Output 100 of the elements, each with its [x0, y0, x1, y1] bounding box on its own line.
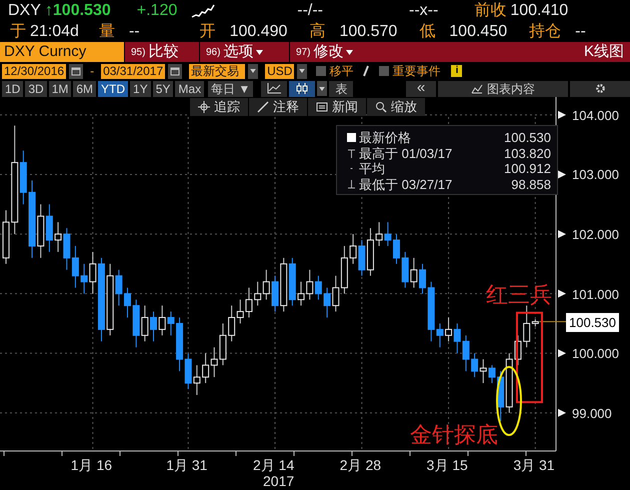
prev-close-value: 100.410 — [510, 1, 568, 21]
period-tab[interactable]: Max — [175, 80, 204, 96]
caret-icon — [299, 69, 306, 73]
pen-icon — [257, 101, 269, 113]
y-axis-label: 99.000 — [572, 404, 612, 423]
stat-label: 于 — [10, 22, 26, 42]
stat-label: 量 — [98, 22, 115, 42]
price-type-dropdown[interactable]: 最新交易 — [189, 64, 246, 78]
checkbox[interactable] — [379, 66, 390, 76]
x-axis-label: 1月 16 — [70, 456, 112, 475]
caret-icon — [346, 50, 354, 54]
stat-value: 100.490 — [230, 22, 288, 42]
stat-value: -- — [128, 22, 140, 42]
y-axis-label: 102.000 — [572, 226, 619, 244]
stat-value: -- — [575, 22, 586, 42]
date-separator: - — [89, 63, 96, 80]
candle — [272, 275, 278, 312]
line-chart-icon — [267, 83, 282, 94]
annotation-text: 金针探底 — [410, 423, 498, 447]
period-tab[interactable]: 1M — [48, 80, 72, 96]
chart-content-button[interactable]: 图表内容 — [438, 80, 568, 96]
frequency-dropdown[interactable]: 每日 ▼ — [208, 80, 254, 96]
candle — [2, 210, 10, 264]
calendar-icon[interactable] — [71, 66, 82, 76]
stat-label: 持仓 — [529, 22, 562, 42]
security-field[interactable]: DXY Curncy — [0, 42, 124, 62]
bid-ask-size: --x-- — [409, 1, 438, 21]
chart-tool-button[interactable]: 新闻 — [308, 98, 366, 116]
y-axis-label: 104.000 — [572, 106, 619, 125]
chart-tool-button[interactable]: 缩放 — [367, 98, 425, 116]
checkbox[interactable] — [316, 66, 326, 76]
period-tab[interactable]: 6M — [73, 80, 96, 96]
tick-marker-icon — [558, 349, 566, 358]
legend-value: 98.858 — [511, 176, 551, 192]
bid-ask: --/-- — [297, 1, 323, 21]
line-chart-button[interactable] — [261, 80, 288, 96]
stat-label: 开 — [200, 22, 216, 42]
stat-label: 高 — [309, 22, 326, 42]
chart-title: K线图 — [584, 42, 625, 62]
period-tab[interactable]: 5Y — [152, 80, 174, 96]
tick-marker-icon — [558, 408, 566, 417]
settings-icon — [594, 83, 606, 94]
last-price-marker-icon — [347, 133, 356, 142]
highlight-ellipse — [496, 366, 522, 436]
info-icon[interactable]: i — [451, 65, 462, 77]
table-button[interactable]: 表 — [329, 80, 354, 96]
tick-marker-icon — [558, 290, 566, 298]
chart-tool-button[interactable]: 追踪 — [190, 98, 248, 116]
current-price-label: 100.530 — [566, 312, 619, 332]
x-axis-label: 3月 15 — [426, 456, 468, 475]
ticker: DXY — [8, 1, 41, 21]
calendar-icon[interactable] — [170, 66, 180, 76]
stat-value: 21:04d — [30, 22, 79, 42]
legend-value: 100.530 — [504, 130, 551, 146]
pen-icon[interactable] — [362, 65, 370, 77]
last-price: 100.530 — [52, 1, 111, 21]
checkbox-label: 移平 — [329, 63, 354, 80]
stat-value: 100.450 — [449, 22, 508, 42]
x-axis-label: 2月 14 — [253, 456, 294, 475]
candlestick-icon — [295, 83, 310, 94]
y-axis-label: 101.000 — [572, 286, 619, 304]
price-change: +.120 — [136, 1, 178, 21]
collapse-button[interactable]: « — [406, 80, 436, 96]
news-icon — [316, 101, 328, 113]
legend-label: 最新价格 — [359, 130, 411, 146]
settings-button[interactable] — [570, 80, 630, 96]
period-tab[interactable]: 1Y — [130, 80, 151, 96]
x-axis-label: 1月 31 — [166, 456, 208, 475]
low-marker-icon — [347, 180, 356, 189]
currency-dropdown[interactable]: USD — [265, 64, 294, 78]
crosshair-icon — [198, 101, 210, 113]
chart-icon — [471, 84, 483, 94]
chart-tool-button[interactable]: 注释 — [249, 98, 307, 116]
end-date-field[interactable]: 03/31/2017 — [101, 64, 166, 78]
caret-icon — [256, 50, 264, 54]
period-tab[interactable]: YTD — [98, 80, 128, 96]
sparkline-icon — [191, 4, 216, 18]
caret-icon — [250, 69, 256, 73]
period-tab[interactable]: 3D — [25, 80, 47, 96]
checkbox-label: 重要事件 — [392, 63, 440, 80]
y-axis-label: 103.000 — [572, 166, 619, 184]
legend-value: 100.912 — [504, 161, 551, 176]
y-axis-label: 100.000 — [572, 345, 619, 364]
price-line — [538, 321, 566, 322]
candlestick-chart-button[interactable] — [289, 80, 316, 96]
legend-label: 平均 — [359, 161, 385, 176]
legend-label: 最高于 01/03/17 — [359, 146, 452, 161]
legend-value: 103.820 — [504, 146, 551, 161]
legend-label: 最低于 03/27/17 — [359, 176, 452, 192]
stat-value: 100.570 — [339, 22, 398, 42]
stat-label: 低 — [419, 22, 436, 42]
period-tab[interactable]: 1D — [2, 80, 24, 96]
high-marker-icon — [347, 148, 356, 158]
price-arrow: ↑ — [44, 1, 53, 21]
annotation-text: 红三兵 — [486, 283, 552, 307]
start-date-field[interactable]: 12/30/2016 — [2, 64, 66, 78]
x-axis-label: 3月 31 — [513, 456, 555, 475]
x-axis-label: 2月 28 — [340, 456, 382, 475]
tick-marker-icon — [558, 110, 566, 119]
zoom-icon — [375, 101, 387, 113]
